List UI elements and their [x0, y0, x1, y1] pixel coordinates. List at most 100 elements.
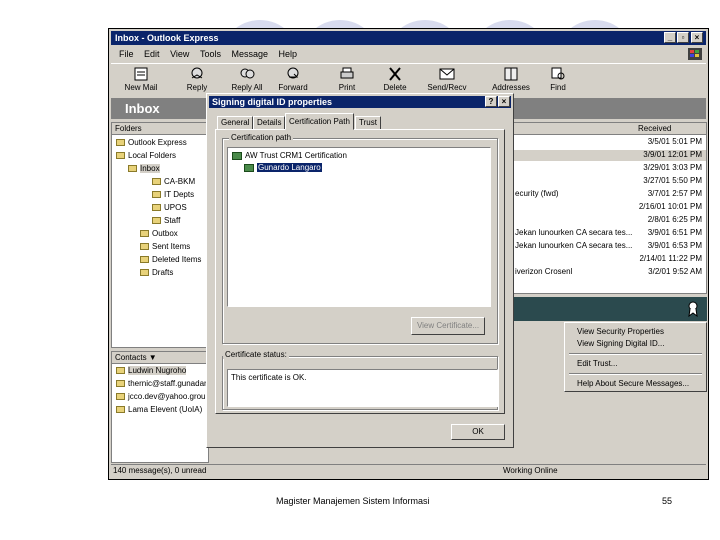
minimize-button[interactable]: _ [664, 32, 676, 43]
message-subject: iverizon Crosenl [515, 267, 573, 276]
folder-item[interactable]: IT Depts [152, 190, 194, 199]
folder-item[interactable]: Sent Items [140, 242, 190, 251]
message-date: 3/7/01 2:57 PM [647, 189, 702, 198]
folders-header: Folders [112, 123, 208, 135]
message-date: 3/2/01 9:52 AM [648, 267, 702, 276]
folder-item[interactable]: Staff [152, 216, 180, 225]
tab-general[interactable]: General [217, 116, 254, 130]
maximize-button[interactable]: ▫ [677, 32, 689, 43]
certificate-status-label: Certificate status: [223, 350, 289, 359]
window-title: Inbox - Outlook Express [115, 33, 219, 43]
addresses-icon [504, 67, 518, 81]
contact-item[interactable]: Ludwin Nugroho [116, 366, 187, 375]
view-certificate-button[interactable]: View Certificate... [411, 317, 485, 335]
tab-trust[interactable]: Trust [355, 116, 381, 130]
contact-item[interactable]: thernic@staff.gunadar [116, 379, 207, 388]
forward-button[interactable]: Forward [269, 66, 317, 92]
certificate-icon [232, 151, 242, 160]
ok-button[interactable]: OK [451, 424, 505, 440]
message-date: 3/5/01 5:01 PM [647, 137, 702, 146]
message-subject: ecurity (fwd) [515, 189, 559, 198]
slide-footer-caption: Magister Manajemen Sistem Informasi [276, 496, 430, 506]
preview-header [512, 297, 707, 321]
certification-path-label: Certification path [229, 133, 294, 142]
dialog-title-bar: Signing digital ID properties ? × [209, 96, 511, 108]
menu-view-signing-digital-id[interactable]: View Signing Digital ID... [577, 339, 664, 348]
message-date: 3/9/01 6:53 PM [647, 241, 702, 250]
menu-view-security-properties[interactable]: View Security Properties [577, 327, 664, 336]
menu-message[interactable]: Message [231, 49, 268, 59]
message-date: 2/8/01 6:25 PM [647, 215, 702, 224]
message-date: 2/16/01 10:01 PM [638, 202, 702, 211]
menu-view[interactable]: View [170, 49, 189, 59]
inbox-banner-title: Inbox [125, 101, 160, 116]
menu-tools[interactable]: Tools [200, 49, 221, 59]
message-date: 3/29/01 3:03 PM [643, 163, 702, 172]
folder-item[interactable]: Deleted Items [140, 255, 201, 264]
status-online: Working Online [503, 466, 558, 475]
menu-help-secure-messages[interactable]: Help About Secure Messages... [577, 379, 689, 388]
tab-details[interactable]: Details [253, 116, 286, 130]
message-subject: Jekan lunourken CA secara tes... [515, 241, 633, 250]
menu-edit-trust[interactable]: Edit Trust... [577, 359, 617, 368]
path-item-selected[interactable]: Gunardo Langaro [244, 163, 322, 172]
delete-button[interactable]: Delete [371, 66, 419, 92]
dialog-title: Signing digital ID properties [212, 97, 333, 107]
certificate-icon [244, 163, 254, 172]
path-item-root[interactable]: AW Trust CRM1 Certification [232, 151, 347, 160]
message-date: 3/27/01 5:50 PM [643, 176, 702, 185]
contact-item[interactable]: jcco.dev@yahoo.group [116, 392, 210, 401]
contact-item[interactable]: Lama Elevent (UoIA) [116, 405, 202, 414]
menu-file[interactable]: File [119, 49, 134, 59]
menu-bar: File Edit View Tools Message Help [111, 47, 706, 61]
tab-certification-path[interactable]: Certification Path [285, 113, 354, 130]
signing-id-properties-dialog: Signing digital ID properties ? × Genera… [206, 93, 514, 448]
folder-item[interactable]: Outlook Express [116, 138, 187, 147]
close-button[interactable]: × [691, 32, 703, 43]
folder-item[interactable]: Local Folders [116, 151, 176, 160]
forward-icon [287, 67, 299, 79]
menu-help[interactable]: Help [279, 49, 298, 59]
reply-all-icon [240, 68, 255, 79]
print-icon [340, 67, 354, 79]
status-message-count: 140 message(s), 0 unread [113, 466, 207, 475]
window-title-bar: Inbox - Outlook Express _ ▫ × [111, 31, 706, 45]
menu-separator [569, 353, 702, 355]
message-date: 3/9/01 6:51 PM [647, 228, 702, 237]
reply-all-button[interactable]: Reply All [223, 66, 271, 92]
contacts-header[interactable]: Contacts ▼ [112, 352, 208, 364]
send-recv-icon [439, 68, 455, 80]
find-button[interactable]: Find [534, 66, 582, 92]
folder-item[interactable]: Drafts [140, 268, 173, 277]
certificate-status-group: Certificate status: This certificate is … [222, 350, 498, 410]
delete-icon [389, 67, 401, 81]
message-date: 3/9/01 12:01 PM [643, 150, 702, 159]
menu-separator [569, 373, 702, 375]
status-bar: 140 message(s), 0 unread Working Online [111, 464, 706, 477]
contacts-panel: Contacts ▼ Ludwin Nugroho thernic@staff.… [111, 351, 210, 463]
certification-path-group: Certification path AW Trust CRM1 Certifi… [222, 133, 498, 344]
menu-edit[interactable]: Edit [144, 49, 160, 59]
addresses-button[interactable]: Addresses [487, 66, 535, 92]
message-subject: Jekan lunourken CA secara tes... [515, 228, 633, 237]
new-mail-button[interactable]: New Mail [117, 66, 165, 92]
security-context-menu: View Security Properties View Signing Di… [564, 322, 707, 392]
folder-item[interactable]: CA-BKM [152, 177, 195, 186]
send-recv-button[interactable]: Send/Recv [423, 66, 471, 92]
certification-path-tree: AW Trust CRM1 Certification Gunardo Lang… [227, 147, 491, 307]
print-button[interactable]: Print [323, 66, 371, 92]
received-column-header[interactable]: Received [513, 123, 706, 135]
message-date: 2/14/01 11:22 PM [639, 254, 702, 263]
new-mail-icon [134, 67, 148, 81]
folder-item[interactable]: Outbox [140, 229, 178, 238]
folder-item-selected[interactable]: Inbox [128, 164, 160, 173]
security-badge-icon[interactable] [687, 301, 699, 317]
windows-logo-icon [688, 48, 702, 60]
folders-panel: Folders Outlook Express Local Folders In… [111, 122, 209, 348]
dialog-help-button[interactable]: ? [485, 96, 497, 107]
dialog-close-button[interactable]: × [498, 96, 510, 107]
certificate-status-text: This certificate is OK. [227, 369, 498, 407]
reply-icon [191, 67, 203, 79]
folder-item[interactable]: UPOS [152, 203, 187, 212]
reply-button[interactable]: Reply [173, 66, 221, 92]
